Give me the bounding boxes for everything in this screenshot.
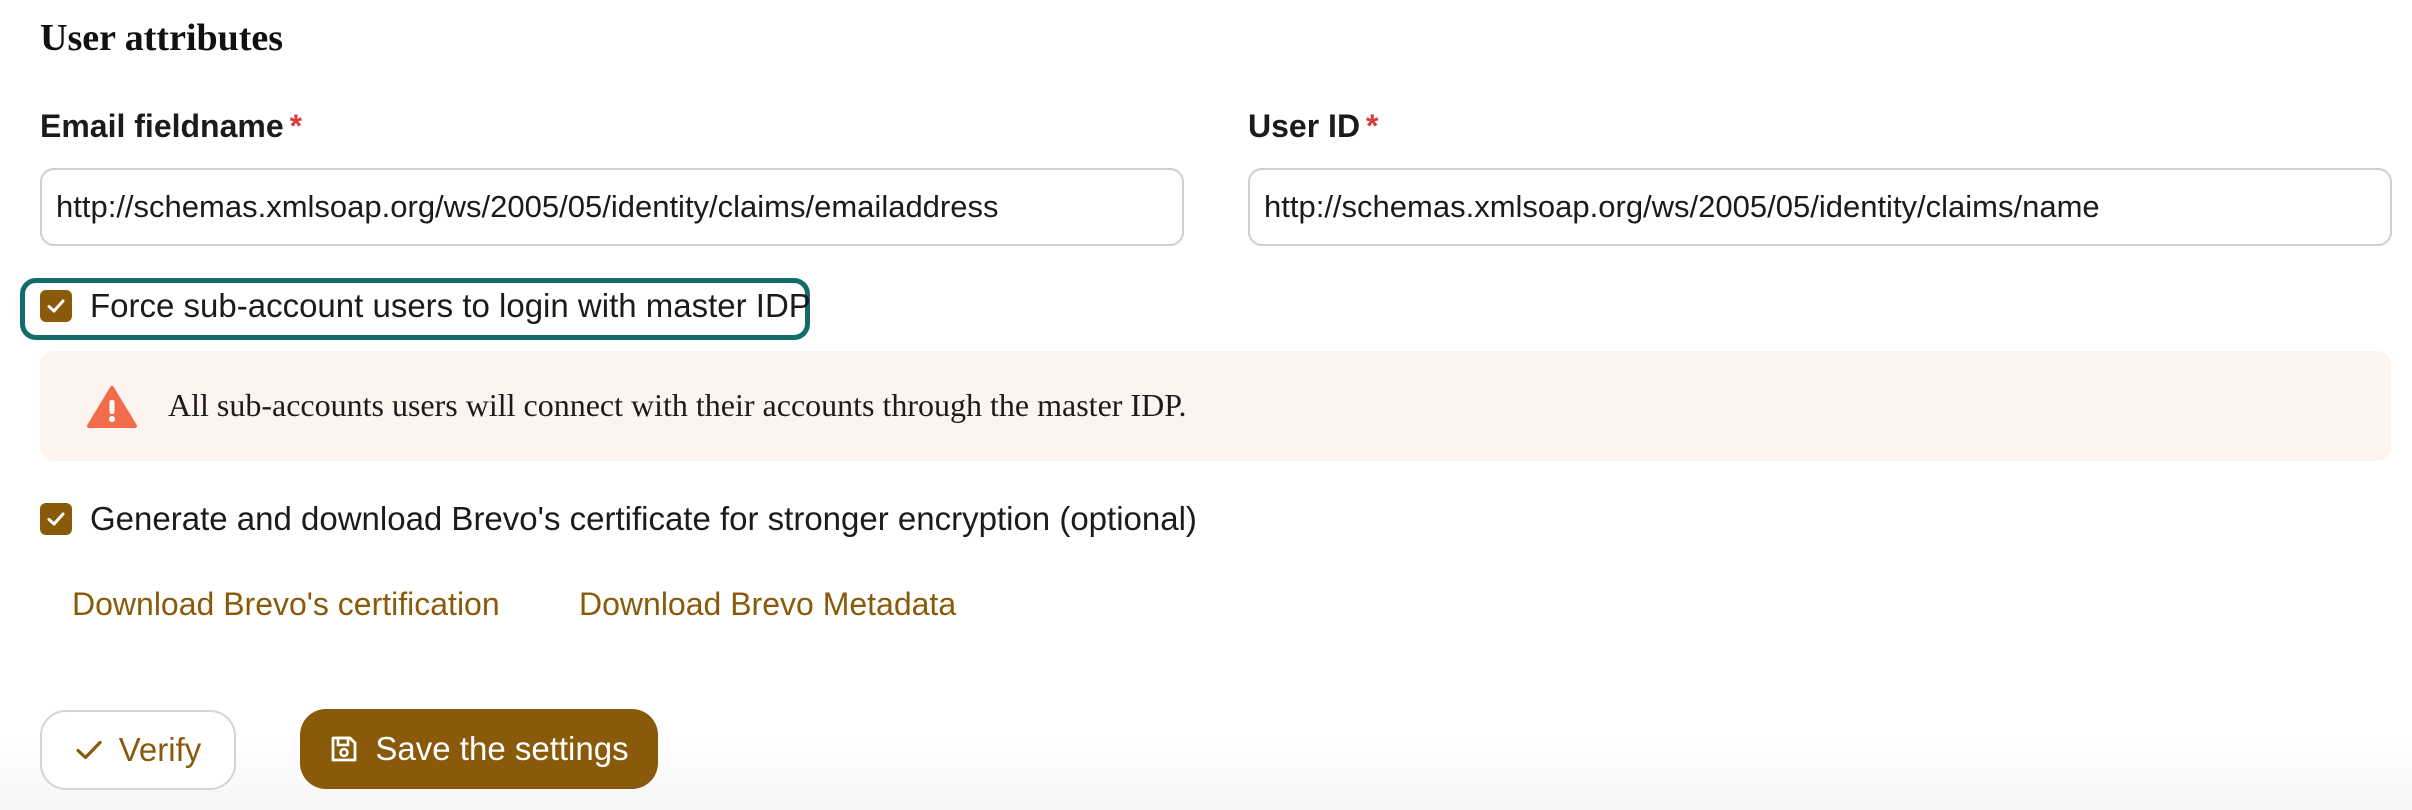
force-login-label: Force sub-account users to login with ma…: [90, 287, 811, 324]
save-icon: [329, 734, 359, 764]
save-settings-button[interactable]: Save the settings: [300, 709, 658, 789]
download-certification-link[interactable]: Download Brevo's certification: [72, 586, 500, 623]
download-metadata-link[interactable]: Download Brevo Metadata: [579, 586, 956, 623]
warning-icon: [86, 385, 138, 434]
user-id-label: User ID *: [1248, 108, 1379, 145]
save-button-label: Save the settings: [375, 730, 629, 767]
required-marker: *: [1366, 108, 1379, 144]
check-icon: [75, 738, 103, 762]
certificate-checkbox[interactable]: [40, 503, 72, 535]
checkmark-icon: [47, 299, 65, 313]
user-id-label-text: User ID: [1248, 108, 1361, 144]
required-marker: *: [289, 108, 303, 144]
alert-text: All sub-accounts users will connect with…: [168, 387, 1187, 423]
certificate-checkbox-row[interactable]: Generate and download Brevo's certificat…: [40, 500, 1197, 538]
certificate-label: Generate and download Brevo's certificat…: [90, 500, 1197, 537]
verify-button[interactable]: Verify: [40, 710, 236, 790]
verify-button-label: Verify: [118, 731, 202, 768]
email-fieldname-input[interactable]: [40, 168, 1184, 246]
user-id-input[interactable]: [1248, 168, 2392, 246]
section-title: User attributes: [40, 17, 284, 59]
warning-alert: All sub-accounts users will connect with…: [40, 351, 2391, 461]
email-field-label-text: Email fieldname: [40, 108, 284, 144]
checkmark-icon: [47, 512, 65, 526]
force-login-checkbox[interactable]: [40, 290, 72, 322]
email-field-label: Email fieldname *: [40, 108, 302, 145]
force-login-checkbox-row[interactable]: Force sub-account users to login with ma…: [40, 287, 811, 325]
